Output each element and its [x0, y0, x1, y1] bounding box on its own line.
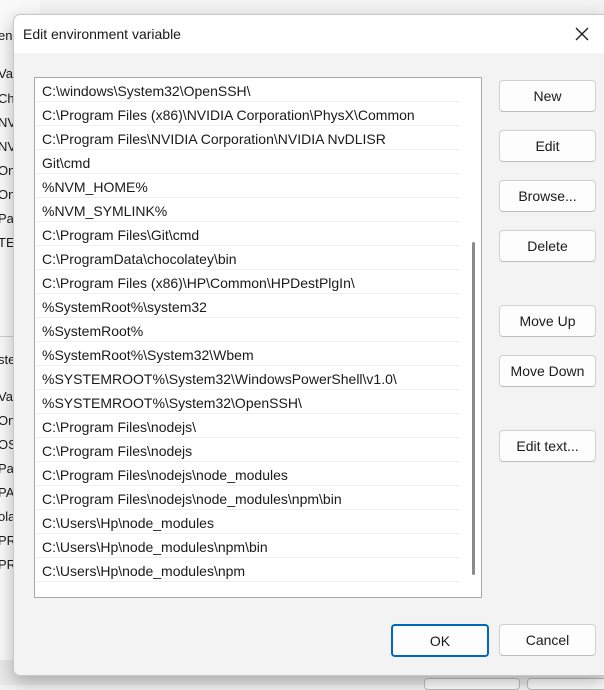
list-item-text: C:\Program Files (x86)\HP\Common\HPDestP…: [42, 275, 355, 291]
list-item-text: C:\Program Files\NVIDIA Corporation\NVID…: [42, 131, 386, 147]
background-divider: [0, 336, 14, 337]
list-item[interactable]: C:\Users\Hp\node_modules\npm\bin: [35, 534, 459, 558]
list-item-text: C:\Program Files (x86)\NVIDIA Corporatio…: [42, 107, 415, 123]
new-button[interactable]: New: [499, 80, 596, 112]
list-item[interactable]: %SystemRoot%: [35, 318, 459, 342]
background-button: [527, 678, 604, 690]
list-item-text: C:\Users\Hp\node_modules\npm\bin: [42, 539, 268, 555]
background-window-text: Va: [0, 389, 13, 404]
list-item[interactable]: %SYSTEMROOT%\System32\WindowsPowerShell\…: [35, 366, 459, 390]
list-item[interactable]: %SYSTEMROOT%\System32\OpenSSH\: [35, 390, 459, 414]
path-list[interactable]: C:\windows\System32\OpenSSH\ C:\Program …: [34, 77, 482, 598]
cancel-button[interactable]: Cancel: [499, 624, 596, 656]
background-window-text: Va: [0, 66, 13, 81]
list-item[interactable]: %SystemRoot%\System32\Wbem: [35, 342, 459, 366]
browse-button[interactable]: Browse...: [499, 180, 596, 212]
list-item[interactable]: %NVM_SYMLINK%: [35, 198, 459, 222]
edit-text-button[interactable]: Edit text...: [499, 430, 596, 462]
list-item-text: %NVM_SYMLINK%: [42, 203, 168, 219]
list-item[interactable]: C:\Program Files\nodejs\node_modules\npm…: [35, 486, 459, 510]
background-button: [424, 678, 520, 690]
dialog-title: Edit environment variable: [23, 26, 181, 42]
list-item[interactable]: C:\Program Files\nodejs\: [35, 414, 459, 438]
list-item[interactable]: C:\Program Files\NVIDIA Corporation\NVID…: [35, 126, 459, 150]
vertical-scrollbar[interactable]: [461, 78, 481, 597]
close-icon: [575, 27, 589, 41]
list-item[interactable]: %SystemRoot%\system32: [35, 294, 459, 318]
list-item-text: C:\Users\Hp\node_modules: [42, 515, 214, 531]
list-item-text: C:\windows\System32\OpenSSH\: [42, 83, 251, 99]
list-item-text: C:\Program Files\nodejs\node_modules: [42, 467, 288, 483]
list-item[interactable]: C:\Program Files (x86)\NVIDIA Corporatio…: [35, 102, 459, 126]
list-item-text: C:\Program Files\nodejs: [42, 443, 193, 459]
list-item-text: %SYSTEMROOT%\System32\OpenSSH\: [42, 395, 302, 411]
edit-environment-variable-dialog: Edit environment variable C:\windows\Sys…: [13, 14, 604, 676]
list-item[interactable]: C:\Users\Hp\node_modules\npm: [35, 558, 459, 582]
list-item-text: C:\Program Files\nodejs\: [42, 419, 197, 435]
list-item-text: %SYSTEMROOT%\System32\WindowsPowerShell\…: [42, 371, 397, 387]
list-item[interactable]: C:\windows\System32\OpenSSH\: [35, 78, 459, 102]
list-item-text: C:\Users\Hp\node_modules\npm: [42, 563, 246, 579]
move-down-button[interactable]: Move Down: [499, 355, 596, 387]
background-window-text: Pa: [0, 211, 14, 226]
list-item[interactable]: C:\Program Files\nodejs\node_modules: [35, 462, 459, 486]
list-item-text: %SystemRoot%\System32\Wbem: [42, 347, 254, 363]
background-window-text: Pa: [0, 461, 14, 476]
list-item-text: %NVM_HOME%: [42, 179, 148, 195]
list-item[interactable]: C:\Program Files\nodejs: [35, 438, 459, 462]
move-up-button[interactable]: Move Up: [499, 305, 596, 337]
background-window-text: en: [0, 28, 13, 43]
scrollbar-thumb[interactable]: [472, 242, 475, 575]
title-bar: Edit environment variable: [14, 15, 604, 53]
list-item[interactable]: C:\ProgramData\chocolatey\bin: [35, 246, 459, 270]
list-item-text: %SystemRoot%: [42, 323, 144, 339]
list-item[interactable]: Git\cmd: [35, 150, 459, 174]
close-button[interactable]: [559, 15, 604, 53]
list-item-text: C:\ProgramData\chocolatey\bin: [42, 251, 237, 267]
list-item-text: C:\Program Files\Git\cmd: [42, 227, 200, 243]
list-item[interactable]: C:\Program Files (x86)\HP\Common\HPDestP…: [35, 270, 459, 294]
delete-button[interactable]: Delete: [499, 230, 596, 262]
ok-button[interactable]: OK: [391, 624, 489, 657]
list-item[interactable]: C:\Users\Hp\node_modules: [35, 510, 459, 534]
list-item[interactable]: %NVM_HOME%: [35, 174, 459, 198]
list-item-text: %SystemRoot%\system32: [42, 299, 207, 315]
list-item-text: Git\cmd: [42, 155, 91, 171]
list-item-text: C:\Program Files\nodejs\node_modules\npm…: [42, 491, 342, 507]
list-item[interactable]: C:\Program Files\Git\cmd: [35, 222, 459, 246]
edit-button[interactable]: Edit: [499, 130, 596, 162]
